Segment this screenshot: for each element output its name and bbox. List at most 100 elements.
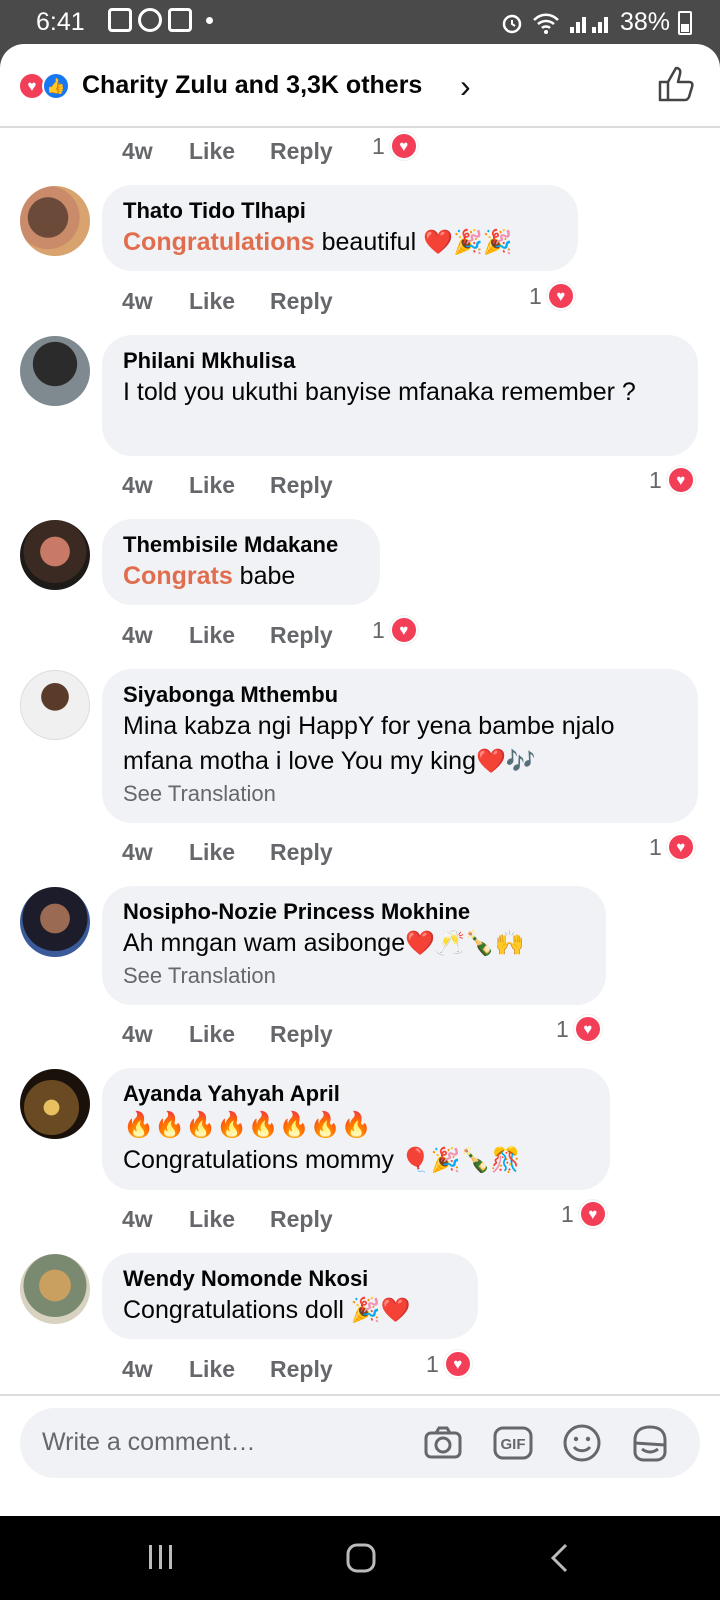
comment-time: 4w — [122, 288, 153, 314]
reaction-count[interactable]: 1 ♥ — [372, 132, 418, 160]
like-link[interactable]: Like — [189, 1206, 235, 1233]
comment-emoji: 🎉❤️ — [350, 1297, 411, 1324]
comment-emoji: ❤️🎉🎉 — [423, 229, 513, 256]
comment-text: I told you ukuthi banyise mfanaka rememb… — [123, 378, 636, 406]
commenter-name[interactable]: Philani Mkhulisa — [123, 347, 678, 375]
avatar[interactable] — [20, 1254, 90, 1324]
reply-link[interactable]: Reply — [270, 1356, 333, 1383]
comment-bubble[interactable]: Nosipho-Nozie Princess Mokhine Ah mngan … — [102, 886, 606, 1005]
reaction-count-number: 1 — [561, 1200, 574, 1227]
reaction-count-number: 1 — [372, 616, 385, 643]
comment-bubble[interactable]: Philani Mkhulisa I told you ukuthi banyi… — [102, 335, 698, 456]
comment-time: 4w — [122, 138, 153, 164]
commenter-name[interactable]: Thembisile Mdakane — [123, 531, 360, 559]
love-reaction-icon: ♥ — [666, 833, 695, 861]
reactions-bar[interactable]: ♥ 👍 Charity Zulu and 3,3K others › — [0, 44, 720, 128]
recents-icon[interactable] — [146, 1542, 176, 1572]
reaction-count-number: 1 — [529, 282, 542, 309]
android-nav-bar — [0, 1516, 720, 1600]
love-reaction-icon: ♥ — [578, 1200, 607, 1228]
thumbs-up-icon[interactable] — [656, 64, 696, 104]
comment-input[interactable]: Write a comment… GIF — [20, 1408, 700, 1478]
like-link[interactable]: Like — [189, 1021, 235, 1048]
commenter-name[interactable]: Thato Tido Tlhapi — [123, 197, 558, 225]
comment-text: Congratulations doll 🎉❤️ — [123, 1296, 411, 1324]
avatar[interactable] — [20, 186, 90, 256]
comment-time: 4w — [122, 622, 153, 648]
comment-highlight[interactable]: Congrats — [123, 562, 233, 590]
reactions-summary[interactable]: Charity Zulu and 3,3K others — [82, 71, 422, 100]
alarm-icon — [502, 14, 522, 33]
commenter-name[interactable]: Nosipho-Nozie Princess Mokhine — [123, 898, 586, 926]
reaction-count[interactable]: 1 ♥ — [649, 466, 695, 494]
comment-time: 4w — [122, 472, 153, 498]
love-reaction-icon: ♥ — [546, 282, 575, 310]
commenter-name[interactable]: Ayanda Yahyah April — [123, 1080, 590, 1108]
comment-bubble[interactable]: Wendy Nomonde Nkosi Congratulations doll… — [102, 1253, 478, 1339]
battery-icon — [678, 10, 692, 35]
like-link[interactable]: Like — [189, 1356, 235, 1383]
sticker-icon[interactable] — [629, 1422, 671, 1464]
reply-link[interactable]: Reply — [270, 288, 333, 315]
reaction-count[interactable]: 1 ♥ — [556, 1015, 602, 1043]
see-translation-link[interactable]: See Translation — [123, 779, 678, 809]
comment-time: 4w — [122, 1356, 153, 1382]
chevron-right-icon[interactable]: › — [460, 68, 471, 105]
reaction-count[interactable]: 1 ♥ — [372, 616, 418, 644]
like-link[interactable]: Like — [189, 138, 235, 165]
comment-bubble[interactable]: Thembisile Mdakane Congrats babe — [102, 519, 380, 605]
avatar[interactable] — [20, 887, 90, 957]
commenter-name[interactable]: Wendy Nomonde Nkosi — [123, 1265, 458, 1293]
gif-icon[interactable]: GIF — [492, 1422, 534, 1464]
comment-time: 4w — [122, 1206, 153, 1232]
status-time: 6:41 — [36, 8, 85, 36]
comment-text: Congrats babe — [123, 562, 296, 590]
gallery-icon — [108, 8, 132, 32]
reply-link[interactable]: Reply — [270, 622, 333, 649]
reaction-count[interactable]: 1 ♥ — [426, 1350, 472, 1378]
like-link[interactable]: Like — [189, 288, 235, 315]
home-icon[interactable] — [345, 1542, 377, 1574]
like-link[interactable]: Like — [189, 839, 235, 866]
reply-link[interactable]: Reply — [270, 472, 333, 499]
whatsapp-icon — [138, 8, 162, 32]
reaction-icons: ♥ 👍 — [18, 72, 70, 100]
comment-time: 4w — [122, 1021, 153, 1047]
avatar[interactable] — [20, 336, 90, 406]
avatar[interactable] — [20, 670, 90, 740]
avatar[interactable] — [20, 1069, 90, 1139]
comment-bubble[interactable]: Siyabonga Mthembu Mina kabza ngi HappY f… — [102, 669, 698, 823]
reaction-count-number: 1 — [426, 1350, 439, 1377]
comment-text: Congratulations beautiful ❤️🎉🎉 — [123, 228, 513, 256]
comment-emoji: 🎈🎉🍾🎊 — [400, 1147, 521, 1174]
comment-emoji: ❤️🥂🍾🙌 — [405, 930, 525, 957]
status-bar: 6:41 38% — [0, 0, 720, 44]
comment-bubble[interactable]: Ayanda Yahyah April 🔥🔥🔥🔥🔥🔥🔥🔥 Congratulat… — [102, 1068, 610, 1190]
reply-link[interactable]: Reply — [270, 1206, 333, 1233]
reply-link[interactable]: Reply — [270, 1021, 333, 1048]
comment-text: Congratulations mommy 🎈🎉🍾🎊 — [123, 1146, 521, 1174]
comment-placeholder: Write a comment… — [42, 1428, 256, 1456]
comment-emoji: ❤️🎶 — [475, 748, 536, 775]
reply-link[interactable]: Reply — [270, 839, 333, 866]
reply-link[interactable]: Reply — [270, 138, 333, 165]
back-icon[interactable] — [548, 1542, 570, 1574]
reaction-count[interactable]: 1 ♥ — [529, 282, 575, 310]
notification-icons — [108, 8, 213, 32]
commenter-name[interactable]: Siyabonga Mthembu — [123, 681, 678, 709]
avatar[interactable] — [20, 520, 90, 590]
news-icon — [168, 8, 192, 32]
reaction-count[interactable]: 1 ♥ — [649, 833, 695, 861]
signal-icon — [569, 16, 608, 33]
comment-highlight[interactable]: Congratulations — [123, 228, 315, 256]
see-translation-link[interactable]: See Translation — [123, 961, 586, 991]
like-link[interactable]: Like — [189, 472, 235, 499]
svg-text:GIF: GIF — [501, 1436, 526, 1453]
like-link[interactable]: Like — [189, 622, 235, 649]
emoji-icon[interactable] — [561, 1422, 603, 1464]
comment-bubble[interactable]: Thato Tido Tlhapi Congratulations beauti… — [102, 185, 578, 271]
reaction-count-number: 1 — [649, 466, 662, 493]
camera-icon[interactable] — [422, 1422, 464, 1464]
reaction-count[interactable]: 1 ♥ — [561, 1200, 607, 1228]
comment-time: 4w — [122, 839, 153, 865]
